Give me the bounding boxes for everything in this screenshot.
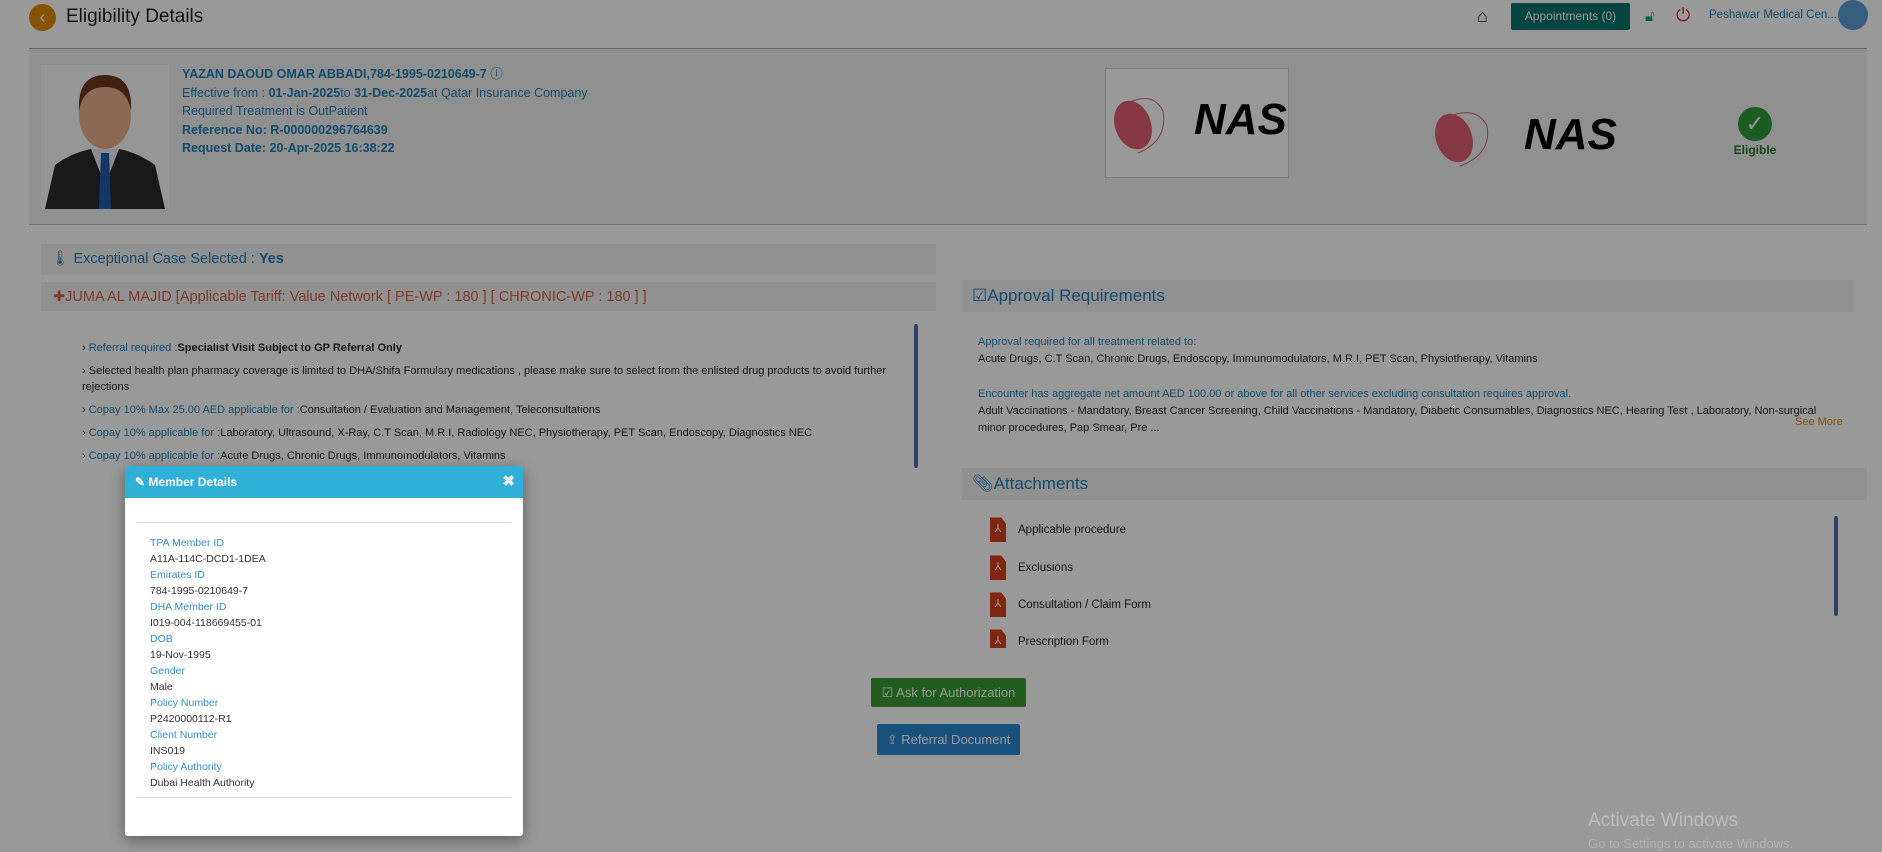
edit-icon: ✎ xyxy=(135,475,146,489)
member-details-modal: ✎ Member Details ✖ TPA Member ID A11A-114… xyxy=(125,466,523,836)
member-fields: TPA Member ID A11A-114C-DCD1-1DEA Emirates… xyxy=(125,523,523,791)
field-value: Male xyxy=(150,681,173,693)
field-label: Emirates ID xyxy=(150,569,205,581)
field-label: Client Number xyxy=(150,729,218,741)
field-value: Dubai Health Authority xyxy=(150,777,255,789)
field-value: I019-004-118669455-01 xyxy=(150,617,262,629)
field-label: DHA Member ID xyxy=(150,601,227,613)
field-value: A11A-114C-DCD1-1DEA xyxy=(150,553,266,565)
field-value: 19-Nov-1995 xyxy=(150,649,211,661)
field-value: P2420000112-R1 xyxy=(150,713,232,725)
field-label: DOB xyxy=(150,633,173,645)
modal-header: ✎ Member Details ✖ xyxy=(125,466,523,498)
modal-title: Member Details xyxy=(148,475,238,489)
field-label: Policy Authority xyxy=(150,761,222,773)
windows-watermark: Activate Windows xyxy=(1588,810,1738,831)
close-icon[interactable]: ✖ xyxy=(502,466,515,498)
field-label: Gender xyxy=(150,665,186,677)
field-label: Policy Number xyxy=(150,697,219,709)
field-value: INS019 xyxy=(150,745,186,757)
divider xyxy=(137,797,511,798)
field-value: 784-1995-0210649-7 xyxy=(150,585,249,597)
windows-watermark-sub: Go to Settings to activate Windows. xyxy=(1588,836,1794,851)
field-label: TPA Member ID xyxy=(150,537,224,549)
